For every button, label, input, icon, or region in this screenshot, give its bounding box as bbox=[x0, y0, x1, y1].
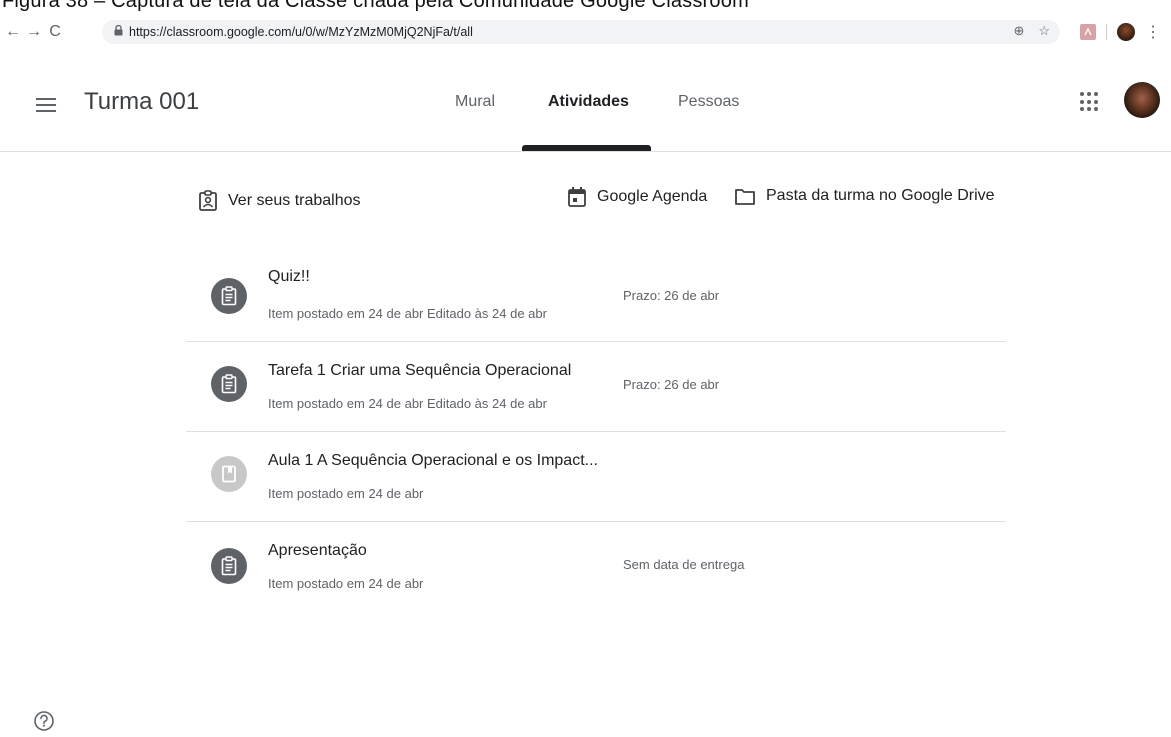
drive-folder-label: Pasta da turma no Google Drive bbox=[766, 187, 995, 204]
view-your-work-label: Ver seus trabalhos bbox=[228, 192, 361, 209]
class-title[interactable]: Turma 001 bbox=[84, 88, 199, 116]
item-subtitle: Item postado em 24 de abr Editado às 24 … bbox=[268, 396, 547, 411]
item-due-date: Prazo: 26 de abr bbox=[623, 288, 720, 303]
figure-caption-text: Figura 38 – Captura de tela da Classe cr… bbox=[2, 0, 749, 12]
classroom-header: Turma 001 Mural Atividades Pessoas bbox=[0, 46, 1171, 152]
list-item[interactable]: Apresentação Item postado em 24 de abr S… bbox=[186, 522, 1006, 612]
zoom-icon[interactable]: ⊕ bbox=[1013, 23, 1024, 39]
browser-profile-avatar[interactable] bbox=[1117, 23, 1135, 41]
material-icon bbox=[211, 456, 247, 492]
item-title: Tarefa 1 Criar uma Sequência Operacional bbox=[268, 362, 572, 379]
item-title: Aula 1 A Sequência Operacional e os Impa… bbox=[268, 452, 598, 469]
drive-folder-link[interactable]: Pasta da turma no Google Drive bbox=[734, 186, 995, 206]
list-item[interactable]: Aula 1 A Sequência Operacional e os Impa… bbox=[186, 432, 1006, 522]
bookmark-star-icon[interactable]: ☆ bbox=[1038, 23, 1050, 39]
lock-icon bbox=[114, 24, 123, 39]
help-icon[interactable] bbox=[33, 710, 55, 732]
reload-icon[interactable]: C bbox=[46, 21, 64, 43]
list-item[interactable]: Tarefa 1 Criar uma Sequência Operacional… bbox=[186, 342, 1006, 432]
item-title: Apresentação bbox=[268, 542, 367, 559]
assignment-icon bbox=[211, 278, 247, 314]
view-your-work-link[interactable]: Ver seus trabalhos bbox=[198, 190, 361, 212]
assignment-ind-icon bbox=[198, 190, 218, 212]
figure-caption: Figura 38 – Captura de tela da Classe cr… bbox=[0, 0, 1171, 20]
browser-menu-icon[interactable]: ⋮ bbox=[1145, 22, 1161, 42]
browser-toolbar: ← → C https://classroom.google.com/u/0/w… bbox=[0, 18, 1171, 46]
tab-atividades[interactable]: Atividades bbox=[548, 93, 629, 111]
google-apps-icon[interactable] bbox=[1080, 92, 1100, 112]
toolbar-divider bbox=[1106, 24, 1107, 40]
calendar-icon bbox=[567, 186, 587, 208]
item-subtitle: Item postado em 24 de abr bbox=[268, 576, 424, 591]
tab-pessoas[interactable]: Pessoas bbox=[678, 93, 739, 111]
url-text: https://classroom.google.com/u/0/w/MzYzM… bbox=[129, 25, 473, 39]
list-item[interactable]: Quiz!! Item postado em 24 de abr Editado… bbox=[186, 252, 1006, 342]
item-subtitle: Item postado em 24 de abr Editado às 24 … bbox=[268, 306, 547, 321]
assignment-icon bbox=[211, 366, 247, 402]
back-arrow-icon[interactable]: ← bbox=[4, 21, 22, 43]
hamburger-menu-icon[interactable] bbox=[36, 98, 56, 112]
assignment-icon bbox=[211, 548, 247, 584]
forward-arrow-icon[interactable]: → bbox=[25, 21, 43, 43]
tab-mural[interactable]: Mural bbox=[455, 93, 495, 111]
user-avatar[interactable] bbox=[1124, 82, 1160, 118]
item-due-date: Sem data de entrega bbox=[623, 557, 745, 572]
item-due-date: Prazo: 26 de abr bbox=[623, 377, 720, 392]
google-calendar-label: Google Agenda bbox=[597, 188, 708, 205]
item-subtitle: Item postado em 24 de abr bbox=[268, 486, 424, 501]
google-calendar-link[interactable]: Google Agenda bbox=[567, 186, 707, 208]
folder-icon bbox=[734, 186, 756, 206]
pdf-extension-icon[interactable] bbox=[1080, 24, 1096, 40]
address-bar[interactable]: https://classroom.google.com/u/0/w/MzYzM… bbox=[102, 20, 1060, 44]
item-title: Quiz!! bbox=[268, 268, 310, 285]
active-tab-indicator bbox=[522, 145, 651, 151]
